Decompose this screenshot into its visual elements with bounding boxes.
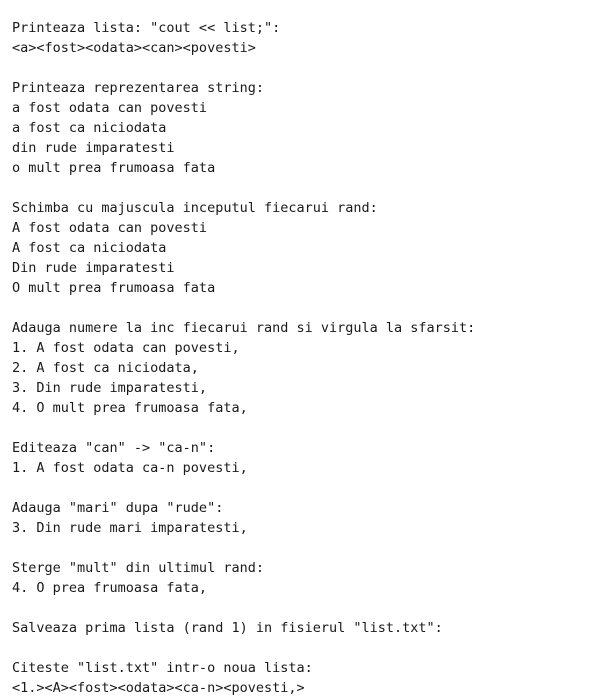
console-line: Schimba cu majuscula inceputul fiecarui …: [12, 200, 378, 216]
console-line: 3. Din rude imparatesti,: [12, 380, 208, 396]
console-line: Printeaza lista: "cout << list;":: [12, 20, 281, 36]
console-line: a fost ca niciodata: [12, 120, 167, 136]
console-line: Din rude imparatesti: [12, 260, 175, 276]
console-line: Adauga numere la inc fiecarui rand si vi…: [12, 320, 476, 336]
console-line: 1. A fost odata ca-n povesti,: [12, 460, 248, 476]
console-line: o mult prea frumoasa fata: [12, 160, 216, 176]
console-line: <a><fost><odata><can><povesti>: [12, 40, 256, 56]
console-line: Salveaza prima lista (rand 1) in fisieru…: [12, 620, 443, 636]
console-line: 4. O prea frumoasa fata,: [12, 580, 208, 596]
console-line: Editeaza "can" -> "ca-n":: [12, 440, 216, 456]
console-line: din rude imparatesti: [12, 140, 175, 156]
console-line: Printeaza reprezentarea string:: [12, 80, 264, 96]
console-line: 2. A fost ca niciodata,: [12, 360, 199, 376]
console-line: Adauga "mari" dupa "rude":: [12, 500, 224, 516]
console-output: Printeaza lista: "cout << list;": <a><fos…: [12, 18, 592, 698]
console-line: O mult prea frumoasa fata: [12, 280, 216, 296]
console-line: a fost odata can povesti: [12, 100, 208, 116]
console-line: <1.><A><fost><odata><ca-n><povesti,>: [12, 680, 305, 696]
console-line: A fost odata can povesti: [12, 220, 208, 236]
console-line: 1. A fost odata can povesti,: [12, 340, 240, 356]
console-line: 4. O mult prea frumoasa fata,: [12, 400, 248, 416]
console-line: 3. Din rude mari imparatesti,: [12, 520, 248, 536]
console-line: Sterge "mult" din ultimul rand:: [12, 560, 264, 576]
console-line: A fost ca niciodata: [12, 240, 167, 256]
console-line: Citeste "list.txt" intr-o noua lista:: [12, 660, 313, 676]
